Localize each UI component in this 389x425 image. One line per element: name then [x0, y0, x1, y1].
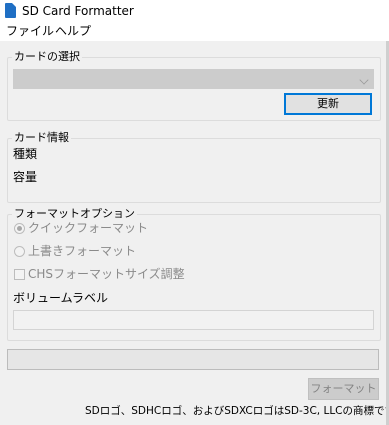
- title-bar[interactable]: SD Card Formatter: [0, 0, 389, 22]
- card-capacity-label: 容量: [13, 170, 38, 184]
- quick-format-radio[interactable]: [14, 223, 25, 234]
- card-info-group: カード情報 種類 容量: [7, 131, 381, 203]
- format-options-group: フォーマットオプション クイックフォーマット 上書きフォーマット CHSフォーマ…: [7, 207, 381, 341]
- chevron-down-icon: [359, 75, 369, 85]
- chs-adjust-checkbox[interactable]: [14, 269, 25, 280]
- card-select-dropdown[interactable]: [13, 69, 374, 89]
- menu-file[interactable]: ファイル: [4, 24, 56, 39]
- quick-format-label[interactable]: クイックフォーマット: [28, 221, 148, 236]
- window-title: SD Card Formatter: [22, 4, 134, 18]
- menu-help[interactable]: ヘルプ: [53, 24, 93, 39]
- format-progress-bar: [7, 349, 379, 370]
- card-info-group-label: カード情報: [12, 131, 71, 145]
- trademark-notice: SDロゴ、SDHCロゴ、およびSDXCロゴはSD-3C, LLCの商標です。: [85, 405, 389, 417]
- overwrite-format-radio[interactable]: [14, 246, 25, 257]
- card-select-group: カードの選択 更新: [7, 50, 381, 121]
- app-window: SD Card Formatter ファイル ヘルプ カードの選択 更新 カード…: [0, 0, 389, 425]
- chs-adjust-label[interactable]: CHSフォーマットサイズ調整: [28, 267, 185, 282]
- volume-label-input[interactable]: [13, 310, 374, 330]
- card-type-label: 種類: [13, 147, 38, 161]
- format-button[interactable]: フォーマット: [308, 378, 379, 400]
- card-select-group-label: カードの選択: [12, 50, 82, 64]
- format-options-group-label: フォーマットオプション: [12, 207, 137, 221]
- menu-bar: ファイル ヘルプ: [0, 22, 389, 41]
- volume-label-caption: ボリュームラベル: [13, 291, 109, 305]
- overwrite-format-label[interactable]: 上書きフォーマット: [28, 244, 136, 259]
- refresh-button[interactable]: 更新: [284, 93, 372, 115]
- sd-card-icon: [5, 3, 16, 18]
